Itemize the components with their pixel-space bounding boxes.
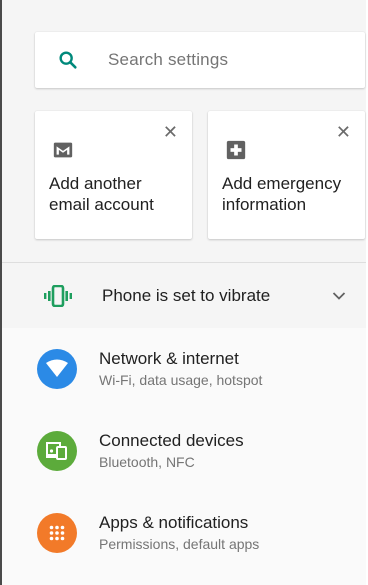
settings-item-apps[interactable]: Apps & notifications Permissions, defaul…	[2, 492, 366, 574]
settings-item-subtitle: Permissions, default apps	[99, 536, 260, 552]
vibrate-icon	[44, 284, 72, 307]
settings-item-connected-devices[interactable]: Connected devices Bluetooth, NFC	[2, 410, 366, 492]
condition-label: Phone is set to vibrate	[102, 285, 271, 305]
dismiss-close-icon[interactable]: ✕	[163, 123, 178, 141]
suggestion-card-email[interactable]: ✕ Add another email account	[35, 111, 192, 239]
search-bar[interactable]: Search settings	[35, 32, 365, 88]
settings-item-title: Network & internet	[99, 349, 239, 368]
condition-vibrate[interactable]: Phone is set to vibrate	[2, 263, 366, 328]
search-placeholder: Search settings	[108, 50, 229, 69]
suggestion-card-emergency[interactable]: ✕ Add emergency information	[208, 111, 365, 239]
chevron-down-icon[interactable]	[332, 291, 346, 301]
wifi-icon	[37, 349, 77, 389]
settings-list: Network & internet Wi-Fi, data usage, ho…	[2, 328, 366, 585]
suggestion-label: Add another email account	[49, 174, 154, 214]
settings-item-subtitle: Bluetooth, NFC	[99, 454, 195, 470]
gmail-icon	[53, 142, 73, 158]
settings-item-subtitle: Wi-Fi, data usage, hotspot	[99, 372, 263, 388]
settings-item-title: Connected devices	[99, 431, 244, 450]
settings-screen: Search settings ✕ Add another email acco…	[0, 0, 366, 585]
medical-plus-icon	[226, 140, 246, 160]
devices-icon	[37, 431, 77, 471]
header-area: Search settings ✕ Add another email acco…	[2, 0, 366, 262]
dismiss-close-icon[interactable]: ✕	[336, 123, 351, 141]
settings-item-title: Apps & notifications	[99, 513, 249, 532]
suggestion-label: Add emergency information	[222, 174, 342, 214]
apps-grid-icon	[37, 513, 77, 553]
search-icon	[59, 51, 77, 69]
settings-item-network[interactable]: Network & internet Wi-Fi, data usage, ho…	[2, 328, 366, 410]
